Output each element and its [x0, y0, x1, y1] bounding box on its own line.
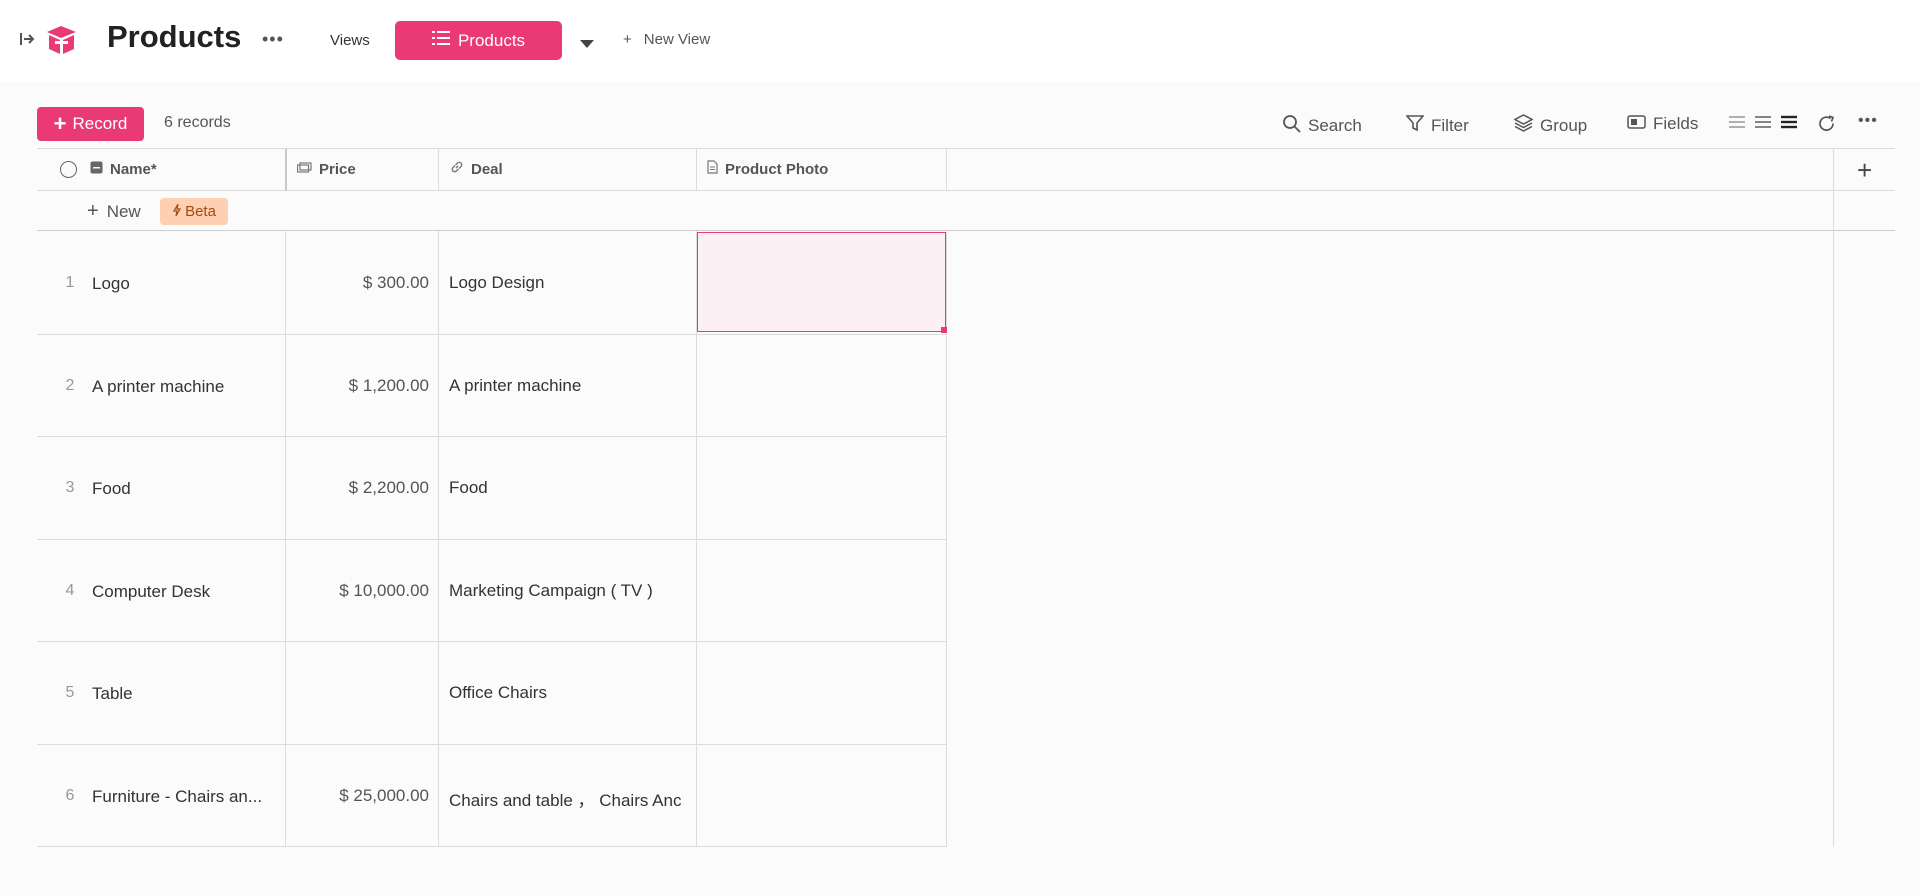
layers-icon — [1513, 114, 1534, 137]
new-record-row[interactable]: + New — [87, 200, 141, 223]
views-button[interactable]: Views — [330, 32, 370, 49]
grid-line — [37, 641, 946, 642]
selected-cell[interactable] — [697, 232, 947, 333]
fields-label: Fields — [1653, 114, 1699, 133]
top-bar: Products ••• Views Products + New View — [0, 0, 1920, 82]
grid-line — [285, 231, 286, 847]
grid-line — [696, 149, 697, 191]
grid-line — [37, 190, 1895, 191]
grid-line — [37, 744, 946, 745]
row-height-short-icon — [1728, 114, 1746, 134]
deal-cell[interactable]: Office Chairs — [449, 683, 687, 703]
column-label: Deal — [471, 160, 503, 178]
column-header-deal[interactable]: Deal — [450, 149, 503, 189]
beta-badge: Beta — [160, 198, 228, 225]
group-label: Group — [1540, 115, 1588, 135]
price-cell[interactable]: $ 1,200.00 — [292, 376, 429, 396]
tab-label: Products — [457, 30, 526, 50]
name-cell[interactable]: Computer Desk — [92, 582, 278, 602]
column-header-product-photo[interactable]: Product Photo — [707, 149, 828, 189]
deal-cell[interactable]: Chairs and table ， Chairs Anc — [449, 786, 687, 811]
deal-cell[interactable]: A printer machine — [449, 376, 687, 396]
plus-icon: + — [87, 200, 99, 222]
fill-handle[interactable] — [941, 327, 947, 333]
new-label: New — [106, 201, 141, 221]
name-cell[interactable]: A printer machine — [92, 377, 278, 397]
currency-field-icon — [296, 161, 312, 178]
grid-line — [37, 539, 946, 540]
refresh-button[interactable] — [1817, 114, 1836, 138]
name-cell[interactable]: Food — [92, 479, 278, 499]
grid-line — [37, 846, 946, 847]
name-cell[interactable]: Furniture - Chairs an... — [92, 787, 278, 807]
search-label: Search — [1308, 116, 1362, 135]
row-height-medium-button[interactable] — [1754, 114, 1772, 134]
filter-label: Filter — [1431, 115, 1469, 135]
search-button[interactable]: Search — [1282, 114, 1362, 138]
tab-products-view[interactable]: Products — [395, 21, 562, 60]
record-button-label: Record — [72, 114, 128, 133]
filter-icon — [1405, 114, 1425, 137]
name-cell[interactable]: Table — [92, 684, 278, 704]
plus-icon: + — [53, 111, 67, 136]
new-view-label: New View — [643, 31, 711, 48]
refresh-icon — [1817, 114, 1836, 138]
grid-line — [438, 231, 439, 847]
search-icon — [1282, 114, 1301, 138]
chevron-down-icon[interactable] — [580, 36, 594, 54]
column-label: Product Photo — [725, 160, 829, 178]
file-field-icon — [707, 160, 718, 178]
column-label: Name* — [110, 160, 157, 178]
new-view-button[interactable]: + New View — [623, 31, 710, 48]
grid-line — [946, 149, 947, 191]
row-height-tall-icon — [1780, 114, 1798, 134]
record-count: 6 records — [164, 114, 231, 131]
column-header-price[interactable]: Price — [296, 149, 356, 189]
lightning-icon — [172, 203, 182, 221]
filter-button[interactable]: Filter — [1405, 114, 1469, 137]
deal-cell[interactable]: Food — [449, 478, 687, 498]
expand-sidebar-icon[interactable] — [19, 31, 35, 52]
price-cell[interactable]: $ 10,000.00 — [292, 581, 429, 601]
group-button[interactable]: Group — [1513, 114, 1588, 137]
fields-button[interactable]: Fields — [1627, 114, 1698, 134]
row-height-medium-icon — [1754, 114, 1772, 134]
plus-icon: + — [623, 31, 632, 48]
price-cell[interactable]: $ 2,200.00 — [292, 478, 429, 498]
link-field-icon — [450, 160, 464, 178]
add-column-panel — [1833, 149, 1896, 847]
deal-cell[interactable]: Marketing Campaign ( TV ) — [449, 581, 687, 601]
add-column-button[interactable]: + — [1857, 155, 1872, 186]
more-icon[interactable]: ••• — [262, 29, 284, 50]
price-cell[interactable]: $ 300.00 — [292, 273, 429, 293]
row-height-short-button[interactable] — [1728, 114, 1746, 134]
grid-line — [37, 436, 946, 437]
grid-line — [285, 149, 287, 191]
beta-label: Beta — [185, 203, 216, 220]
grid-line — [37, 334, 946, 335]
row-number: 3 — [65, 479, 75, 496]
grid-line — [37, 230, 1895, 231]
list-icon — [431, 30, 450, 51]
column-label: Price — [319, 160, 356, 178]
page-title: Products — [107, 19, 242, 54]
column-header-name[interactable]: Name* — [90, 149, 157, 189]
add-record-button[interactable]: + Record — [37, 107, 144, 141]
deal-cell[interactable]: Logo Design — [449, 273, 687, 293]
row-height-tall-button[interactable] — [1780, 114, 1798, 134]
row-number: 1 — [65, 274, 75, 291]
grid-line — [946, 231, 947, 847]
name-cell[interactable]: Logo — [92, 274, 278, 294]
row-number: 6 — [65, 787, 75, 804]
row-number: 4 — [65, 582, 75, 599]
fields-icon — [1627, 114, 1646, 134]
row-number: 5 — [65, 684, 75, 701]
more-options-icon[interactable]: ••• — [1858, 112, 1878, 130]
box-icon — [44, 23, 79, 62]
row-number: 2 — [65, 377, 75, 394]
price-cell[interactable]: $ 25,000.00 — [292, 786, 429, 806]
text-field-icon — [90, 161, 103, 178]
grid-line — [438, 149, 439, 191]
select-all-checkbox[interactable] — [60, 161, 77, 178]
